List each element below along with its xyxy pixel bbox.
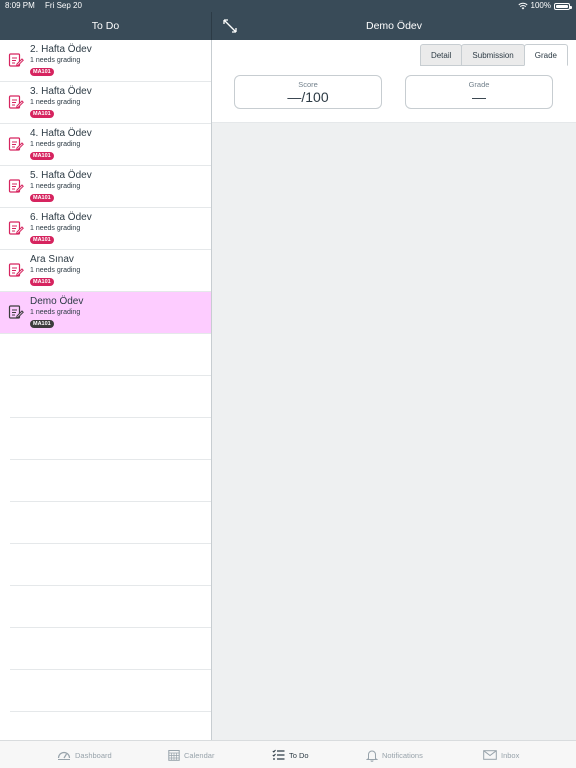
- assignment-icon: [8, 263, 24, 277]
- todo-title: 6. Hafta Ödev: [30, 212, 92, 223]
- assignment-icon: [8, 179, 24, 193]
- course-badge: MA101: [30, 110, 54, 118]
- right-nav: Demo Ödev: [212, 12, 576, 40]
- tab-grade[interactable]: Grade: [523, 44, 568, 66]
- tab-label: Dashboard: [75, 750, 112, 760]
- tab-label: Calendar: [184, 750, 215, 760]
- bell-icon: [366, 750, 378, 762]
- todo-title: 3. Hafta Ödev: [30, 86, 92, 97]
- score-value: —/100: [287, 89, 329, 105]
- empty-row: [10, 628, 211, 670]
- todo-item[interactable]: 3. Hafta Ödev 1 needs grading MA101: [0, 82, 211, 124]
- todo-icon: [272, 749, 285, 760]
- todo-title: 2. Hafta Ödev: [30, 44, 92, 55]
- todo-title: Demo Ödev: [30, 296, 84, 307]
- todo-title: 4. Hafta Ödev: [30, 128, 92, 139]
- course-badge: MA101: [30, 320, 54, 328]
- tab-notifications[interactable]: Notifications: [366, 741, 423, 768]
- todo-item[interactable]: 4. Hafta Ödev 1 needs grading MA101: [0, 124, 211, 166]
- detail-title: Demo Ödev: [365, 20, 423, 32]
- todo-title: 5. Hafta Ödev: [30, 170, 92, 181]
- tab-label: Notifications: [382, 750, 423, 760]
- score-label: Score: [298, 80, 318, 89]
- grade-value: —: [472, 89, 486, 105]
- top-bar: 8:09 PM Fri Sep 20 100% To Do Demo Ödev: [0, 0, 576, 40]
- empty-row: [10, 376, 211, 418]
- todo-subtitle: 1 needs grading: [30, 225, 81, 232]
- wifi-icon: [517, 2, 528, 10]
- assignment-icon: [8, 137, 24, 151]
- tab-inbox[interactable]: Inbox: [483, 741, 519, 768]
- tab-calendar[interactable]: Calendar: [168, 741, 214, 768]
- status-bar: 8:09 PM Fri Sep 20 100%: [0, 0, 576, 12]
- assignment-icon: [8, 221, 24, 235]
- empty-row: [10, 586, 211, 628]
- calendar-icon: [168, 750, 180, 761]
- todo-list: 2. Hafta Ödev 1 needs grading MA101 3. H…: [0, 40, 211, 740]
- course-badge: MA101: [30, 152, 54, 160]
- tab-detail[interactable]: Detail: [419, 44, 463, 66]
- course-badge: MA101: [30, 278, 54, 286]
- grade-card[interactable]: Grade —: [405, 75, 553, 109]
- course-badge: MA101: [30, 68, 54, 76]
- grade-panel: Score —/100 Grade —: [212, 66, 576, 123]
- todo-title: Ara Sınav: [30, 254, 74, 265]
- todo-subtitle: 1 needs grading: [30, 183, 81, 190]
- empty-row: [10, 460, 211, 502]
- empty-row: [10, 502, 211, 544]
- status-date: Fri Sep 20: [45, 1, 82, 10]
- battery-icon: [554, 2, 572, 10]
- empty-row: [10, 544, 211, 586]
- todo-subtitle: 1 needs grading: [30, 267, 81, 274]
- tab-bar: Dashboard Calendar To Do Notifications I…: [0, 740, 576, 768]
- course-badge: MA101: [30, 236, 54, 244]
- assignment-icon: [8, 305, 24, 319]
- tab-dashboard[interactable]: Dashboard: [57, 741, 112, 768]
- battery-percent: 100%: [530, 1, 551, 10]
- detail-tabs-area: Detail Submission Grade: [212, 40, 576, 66]
- todo-subtitle: 1 needs grading: [30, 309, 81, 316]
- course-badge: MA101: [30, 194, 54, 202]
- envelope-icon: [483, 750, 497, 760]
- empty-row: [10, 670, 211, 712]
- todo-item-selected[interactable]: Demo Ödev 1 needs grading MA101: [0, 292, 211, 334]
- left-nav-title: To Do: [91, 20, 120, 32]
- todo-subtitle: 1 needs grading: [30, 57, 81, 64]
- detail-tabs: Detail Submission Grade: [419, 44, 568, 66]
- tab-submission[interactable]: Submission: [461, 44, 525, 66]
- todo-subtitle: 1 needs grading: [30, 99, 81, 106]
- tab-label: Inbox: [501, 750, 520, 760]
- todo-item[interactable]: 2. Hafta Ödev 1 needs grading MA101: [0, 40, 211, 82]
- todo-item[interactable]: 6. Hafta Ödev 1 needs grading MA101: [0, 208, 211, 250]
- detail-pane: Detail Submission Grade Score —/100 Grad…: [212, 40, 576, 740]
- todo-subtitle: 1 needs grading: [30, 141, 81, 148]
- todo-item[interactable]: Ara Sınav 1 needs grading MA101: [0, 250, 211, 292]
- dashboard-icon: [57, 751, 71, 760]
- grade-label: Grade: [468, 80, 490, 89]
- tab-label: To Do: [289, 750, 309, 760]
- empty-row: [10, 334, 211, 376]
- status-time: 8:09 PM: [5, 1, 35, 10]
- todo-item[interactable]: 5. Hafta Ödev 1 needs grading MA101: [0, 166, 211, 208]
- tab-todo[interactable]: To Do: [272, 741, 309, 768]
- score-card[interactable]: Score —/100: [234, 75, 382, 109]
- assignment-icon: [8, 95, 24, 109]
- empty-row: [10, 418, 211, 460]
- assignment-icon: [8, 53, 24, 67]
